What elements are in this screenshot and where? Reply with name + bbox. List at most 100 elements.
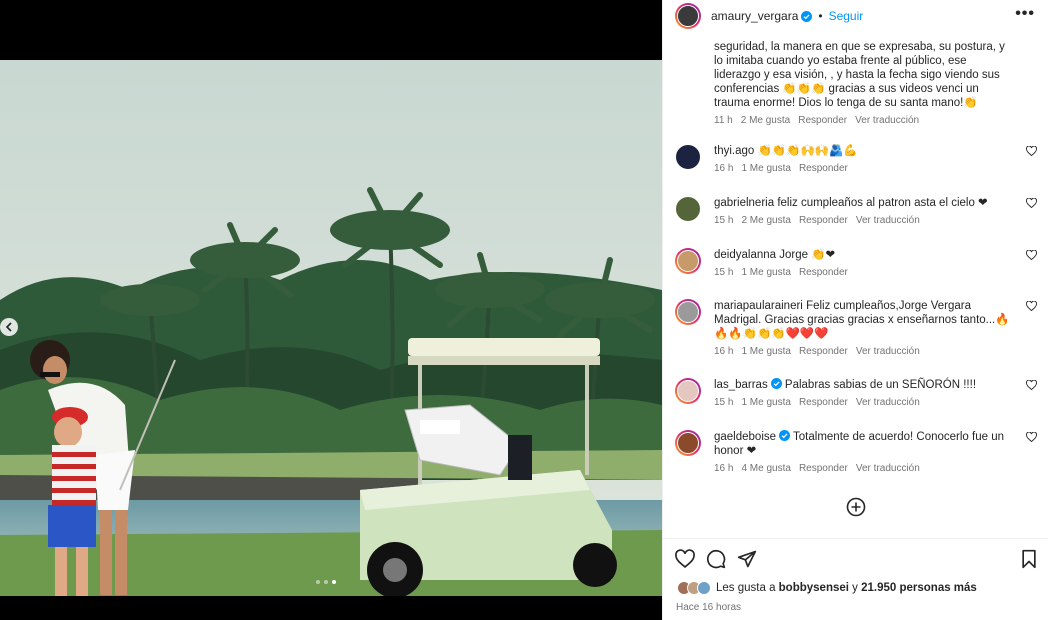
avatar[interactable]: [675, 378, 701, 404]
likes-user-link[interactable]: bobbysensei: [779, 582, 849, 594]
comment-reply-link[interactable]: Responder: [799, 163, 848, 174]
comment-time: 15 h: [714, 215, 734, 226]
comment-likes-link[interactable]: 1 Me gusta: [741, 163, 790, 174]
comment-likes-link[interactable]: 2 Me gusta: [741, 215, 790, 226]
comment-translate-link[interactable]: Ver traducción: [855, 115, 919, 126]
post-username[interactable]: amaury_vergara: [711, 9, 798, 23]
post-details-panel: seguridad, la manera en que se expresaba…: [662, 0, 1048, 620]
comment-meta: 16 h 4 Me gusta Responder Ver traducción: [714, 463, 1014, 474]
post-timestamp: Hace 16 horas: [676, 602, 742, 613]
comment-likes-link[interactable]: 1 Me gusta: [741, 346, 790, 357]
comment-likes-link[interactable]: 4 Me gusta: [741, 463, 790, 474]
comment-text: gabrielneria feliz cumpleaños al patron …: [714, 196, 1014, 210]
comment-username[interactable]: gabrielneria: [714, 197, 774, 209]
comment-icon[interactable]: [706, 549, 726, 569]
previous-slide-button[interactable]: [0, 318, 18, 336]
comment-time: 16 h: [714, 346, 734, 357]
add-comment-icon[interactable]: [846, 497, 866, 517]
comment-text: deidyalanna Jorge 👏❤: [714, 248, 1014, 262]
avatar[interactable]: [675, 144, 701, 170]
comment-reply-link[interactable]: Responder: [798, 115, 847, 126]
comment-reply-link[interactable]: Responder: [799, 215, 848, 226]
share-icon[interactable]: [737, 549, 757, 569]
heart-icon[interactable]: [675, 549, 695, 569]
comment-item: thyi.ago 👏👏👏🙌🙌🫂💪 16 h 1 Me gusta Respond…: [675, 144, 1037, 174]
header-separator: •: [818, 9, 823, 23]
comment-text: seguridad, la manera en que se expresaba…: [714, 41, 1005, 109]
comment-username[interactable]: thyi.ago: [714, 145, 754, 157]
heart-icon[interactable]: [1026, 432, 1037, 442]
comment-username[interactable]: las_barras: [714, 379, 768, 391]
post-actions: Les gusta a bobbysensei y 21.950 persona…: [663, 538, 1048, 620]
likes-middle: y: [848, 582, 862, 594]
heart-icon[interactable]: [1026, 198, 1037, 208]
comment-username[interactable]: mariapaularaineri: [714, 300, 803, 312]
follow-button[interactable]: Seguir: [829, 9, 864, 23]
comment-continued: seguridad, la manera en que se expresaba…: [714, 40, 1014, 126]
avatar[interactable]: [675, 248, 701, 274]
more-icon[interactable]: •••: [1015, 6, 1035, 22]
comment-time: 16 h: [714, 163, 734, 174]
comment-item: las_barras Palabras sabias de un SEÑORÓN…: [675, 378, 1037, 408]
carousel-dot: [316, 580, 320, 584]
comment-translate-link[interactable]: Ver traducción: [856, 215, 920, 226]
comment-item: gaeldeboise Totalmente de acuerdo! Conoc…: [675, 430, 1037, 474]
comment-time: 15 h: [714, 267, 734, 278]
verified-icon: [770, 378, 782, 389]
carousel-dot-active: [332, 580, 336, 584]
heart-icon[interactable]: [1026, 146, 1037, 156]
bookmark-icon[interactable]: [1019, 549, 1039, 569]
likes-count-link[interactable]: 21.950 personas más: [861, 582, 977, 594]
comment-meta: 16 h 1 Me gusta Responder: [714, 163, 1014, 174]
comment-body: Palabras sabias de un SEÑORÓN !!!!: [784, 379, 977, 391]
likes-summary: Les gusta a bobbysensei y 21.950 persona…: [677, 581, 977, 595]
comment-meta: 16 h 1 Me gusta Responder Ver traducción: [714, 346, 1014, 357]
comment-body: 👏👏👏🙌🙌🫂💪: [757, 145, 858, 157]
comment-item: gabrielneria feliz cumpleaños al patron …: [675, 196, 1037, 226]
comment-meta: 15 h 1 Me gusta Responder Ver traducción: [714, 397, 1014, 408]
comment-translate-link[interactable]: Ver traducción: [856, 463, 920, 474]
comment-meta: 15 h 1 Me gusta Responder: [714, 267, 1014, 278]
comment-translate-link[interactable]: Ver traducción: [856, 346, 920, 357]
avatar[interactable]: [675, 430, 701, 456]
avatar[interactable]: [675, 299, 701, 325]
heart-icon[interactable]: [1026, 301, 1037, 311]
comment-text: gaeldeboise Totalmente de acuerdo! Conoc…: [714, 430, 1014, 458]
verified-icon: [779, 430, 791, 441]
comment-item: deidyalanna Jorge 👏❤ 15 h 1 Me gusta Res…: [675, 248, 1037, 278]
heart-icon[interactable]: [1026, 380, 1037, 390]
comment-time: 16 h: [714, 463, 734, 474]
comment-likes-link[interactable]: 1 Me gusta: [741, 397, 790, 408]
likes-text: Les gusta a bobbysensei y 21.950 persona…: [716, 582, 977, 594]
post-photo[interactable]: [0, 60, 662, 596]
comment-reply-link[interactable]: Responder: [799, 397, 848, 408]
avatar[interactable]: [675, 3, 701, 29]
comment-text: thyi.ago 👏👏👏🙌🙌🫂💪: [714, 144, 1014, 158]
comment-translate-link[interactable]: Ver traducción: [856, 397, 920, 408]
comment-reply-link[interactable]: Responder: [799, 267, 848, 278]
comment-time: 15 h: [714, 397, 734, 408]
comment-body: feliz cumpleaños al patron asta el cielo…: [777, 197, 988, 209]
comment-item: mariapaularaineri Feliz cumpleaños,Jorge…: [675, 299, 1037, 357]
comment-likes-link[interactable]: 1 Me gusta: [741, 267, 790, 278]
likes-prefix: Les gusta a: [716, 582, 779, 594]
comment-text: las_barras Palabras sabias de un SEÑORÓN…: [714, 378, 1014, 392]
post-media: [0, 0, 662, 620]
comment-reply-link[interactable]: Responder: [799, 463, 848, 474]
comment-reply-link[interactable]: Responder: [799, 346, 848, 357]
carousel-dot: [324, 580, 328, 584]
comment-username[interactable]: gaeldeboise: [714, 431, 776, 443]
avatar[interactable]: [675, 196, 701, 222]
carousel-indicator: [316, 580, 336, 584]
comments-list[interactable]: seguridad, la manera en que se expresaba…: [663, 32, 1048, 538]
comment-username[interactable]: deidyalanna: [714, 249, 776, 261]
post-header: amaury_vergara • Seguir •••: [663, 0, 1048, 32]
comment-body: Jorge 👏❤: [779, 249, 836, 261]
heart-icon[interactable]: [1026, 250, 1037, 260]
comment-likes-link[interactable]: 2 Me gusta: [741, 115, 790, 126]
comment-meta: 11 h 2 Me gusta Responder Ver traducción: [714, 115, 1014, 126]
comment-time: 11 h: [714, 115, 733, 126]
verified-icon: [801, 10, 813, 22]
avatar: [697, 581, 711, 595]
comment-meta: 15 h 2 Me gusta Responder Ver traducción: [714, 215, 1014, 226]
